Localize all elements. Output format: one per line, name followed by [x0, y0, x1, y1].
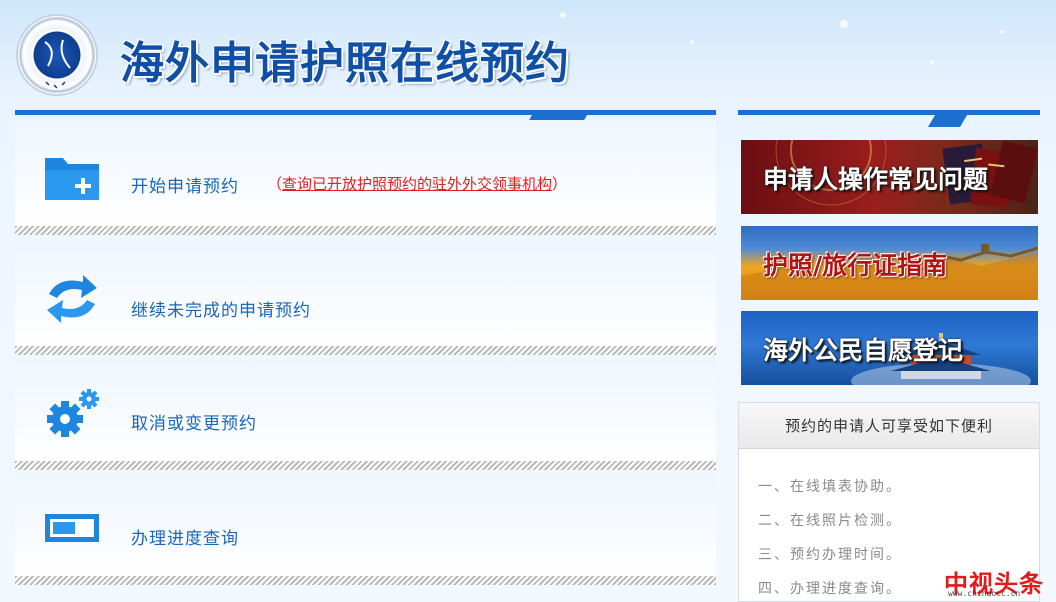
citizen-registration-banner[interactable]: 海外公民自愿登记	[741, 311, 1038, 385]
faq-banner[interactable]: 申请人操作常见问题	[741, 140, 1038, 214]
benefit-item: 一、在线填表协助。	[758, 479, 902, 495]
logo-ring-icon	[20, 18, 94, 92]
cancel-change-label[interactable]: 取消或变更预约	[131, 409, 257, 434]
gears-icon	[47, 389, 99, 437]
open-missions-link[interactable]: 查询已开放护照预约的驻外外交领事机构	[282, 175, 552, 193]
row-divider	[15, 346, 716, 355]
sidebar: 申请人操作常见问题 护照/旅行证指南 海外公民自愿登记 预约的申请人可享受如下便…	[738, 110, 1040, 602]
watermark-url: www.chinaocc.cn	[948, 589, 1021, 598]
site-title: 海外申请护照在线预约	[120, 38, 570, 89]
main-actions-panel: 开始申请预约 （查询已开放护照预约的驻外外交领事机构） 继续未完成的申请预约 取…	[15, 110, 716, 602]
folder-plus-icon	[45, 158, 99, 200]
benefits-title: 预约的申请人可享受如下便利	[739, 403, 1039, 449]
sidebar-top-bar	[738, 110, 1040, 127]
continue-application-label[interactable]: 继续未完成的申请预约	[131, 296, 311, 321]
watermark: 中视头条 www.chinaocc.cn	[940, 562, 1056, 602]
open-missions-link-wrapper: （查询已开放护照预约的驻外外交领事机构）	[267, 173, 567, 194]
continue-application-row[interactable]: 继续未完成的申请预约	[15, 242, 716, 350]
refresh-arrows-icon	[47, 275, 97, 323]
row-divider	[15, 461, 716, 470]
progress-bar-icon	[45, 514, 99, 542]
benefit-item: 三、预约办理时间。	[758, 547, 902, 563]
row-divider	[15, 226, 716, 235]
link-paren-close: ）	[552, 175, 568, 193]
passport-guide-banner-label: 护照/旅行证指南	[763, 251, 948, 280]
row-divider	[15, 576, 716, 585]
citizen-registration-banner-label: 海外公民自愿登记	[763, 336, 964, 365]
passport-guide-banner[interactable]: 护照/旅行证指南	[741, 226, 1038, 300]
consular-logo	[18, 16, 96, 94]
benefit-item: 二、在线照片检测。	[758, 513, 902, 529]
progress-query-row[interactable]: 办理进度查询	[15, 472, 716, 580]
faq-banner-label: 申请人操作常见问题	[763, 165, 989, 194]
link-paren-open: （	[267, 175, 283, 193]
progress-query-label[interactable]: 办理进度查询	[131, 524, 239, 549]
cancel-change-row[interactable]: 取消或变更预约	[15, 357, 716, 465]
site-header: 海外申请护照在线预约	[0, 0, 1056, 104]
benefit-item: 四、办理进度查询。	[758, 581, 902, 597]
start-application-label[interactable]: 开始申请预约	[131, 172, 239, 197]
start-application-row[interactable]: 开始申请预约 （查询已开放护照预约的驻外外交领事机构）	[15, 120, 716, 228]
